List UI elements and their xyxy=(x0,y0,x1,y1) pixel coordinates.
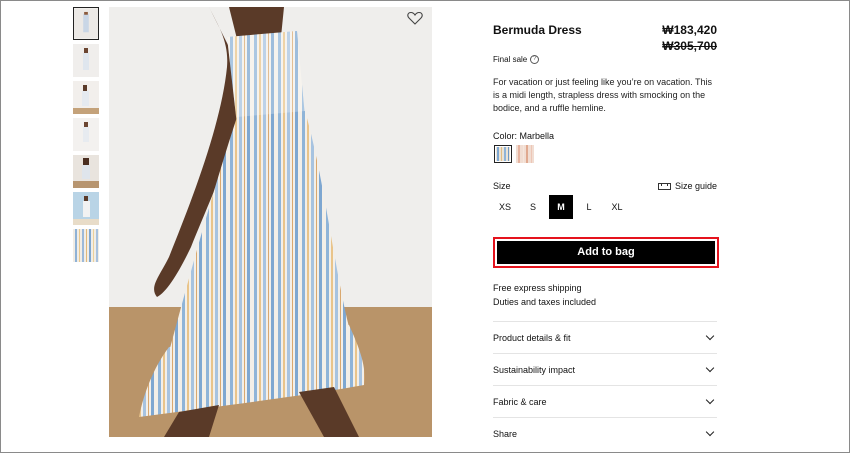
chevron-down-icon xyxy=(705,395,715,405)
product-title: Bermuda Dress xyxy=(493,23,582,37)
shipping-info: Free express shipping Duties and taxes i… xyxy=(493,281,596,309)
color-swatch-peach[interactable] xyxy=(516,145,534,163)
thumbnail-5[interactable] xyxy=(73,155,99,188)
thumbnail-7[interactable] xyxy=(73,229,99,262)
thumbnail-3[interactable] xyxy=(73,81,99,114)
accordion-label: Sustainability impact xyxy=(493,364,576,375)
accordion-product-details[interactable]: Product details & fit xyxy=(493,321,717,353)
accordion-share[interactable]: Share xyxy=(493,417,717,449)
accordion-label: Product details & fit xyxy=(493,332,571,343)
size-option-s[interactable]: S xyxy=(521,195,545,219)
chevron-down-icon xyxy=(705,331,715,341)
accordion-label: Fabric & care xyxy=(493,396,547,407)
chevron-down-icon xyxy=(705,363,715,373)
add-to-bag-highlight: Add to bag xyxy=(493,237,719,268)
thumbnail-6[interactable] xyxy=(73,192,99,225)
size-options: XS S M L XL xyxy=(493,195,629,219)
size-guide-link[interactable]: Size guide xyxy=(657,181,717,191)
help-question-icon[interactable]: ? xyxy=(530,55,540,64)
thumbnail-4[interactable] xyxy=(73,118,99,151)
thumbnail-strip xyxy=(73,7,99,266)
accordion-sustainability[interactable]: Sustainability impact xyxy=(493,353,717,385)
shipping-line-1: Free express shipping xyxy=(493,283,582,293)
main-product-image[interactable] xyxy=(109,7,432,437)
thumbnail-1[interactable] xyxy=(73,7,99,40)
size-option-m[interactable]: M xyxy=(549,195,573,219)
size-label: Size xyxy=(493,181,511,191)
size-option-l[interactable]: L xyxy=(577,195,601,219)
final-sale-label: Final sale xyxy=(493,55,528,64)
accordion-label: Share xyxy=(493,428,518,439)
original-price: ₩305,700 xyxy=(662,39,717,53)
current-price: ₩183,420 xyxy=(662,23,717,37)
product-description: For vacation or just feeling like you’re… xyxy=(493,77,712,113)
wishlist-heart-icon[interactable] xyxy=(407,11,423,25)
size-option-xl[interactable]: XL xyxy=(605,195,629,219)
size-guide-label: Size guide xyxy=(674,181,717,191)
ruler-icon xyxy=(657,182,671,190)
color-swatch-blue[interactable] xyxy=(494,145,512,163)
color-label: Color: Marbella xyxy=(493,131,555,141)
add-to-bag-button[interactable]: Add to bag xyxy=(497,241,715,264)
shipping-line-2: Duties and taxes included xyxy=(493,297,597,307)
thumbnail-2[interactable] xyxy=(73,44,99,77)
final-sale-note: Final sale ? xyxy=(493,55,540,64)
accordion-fabric-care[interactable]: Fabric & care xyxy=(493,385,717,417)
size-option-xs[interactable]: XS xyxy=(493,195,517,219)
chevron-down-icon xyxy=(705,427,715,437)
